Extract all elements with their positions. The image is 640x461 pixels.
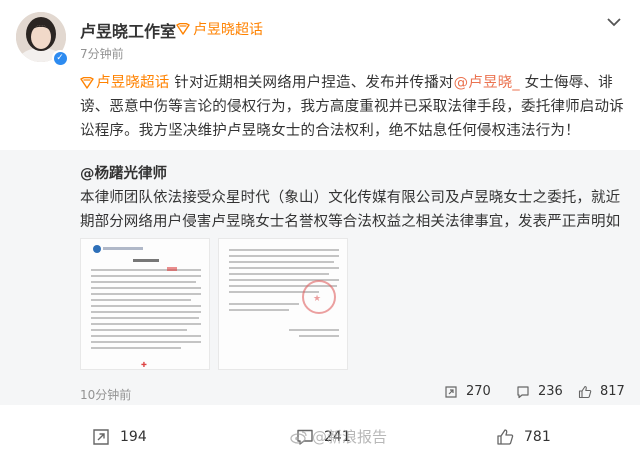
like-button[interactable]: 781 — [496, 428, 551, 446]
super-topic-icon — [80, 77, 94, 89]
super-topic-label: 卢昱晓超话 — [193, 22, 263, 38]
comment-icon — [517, 385, 529, 398]
topic-link[interactable]: 卢昱晓超话 — [80, 75, 170, 91]
topic-label: 卢昱晓超话 — [96, 75, 170, 91]
like-count: 781 — [524, 429, 551, 445]
document-image-2[interactable]: ★ — [218, 238, 348, 370]
like-icon — [497, 429, 514, 445]
verified-badge-icon: ✓ — [52, 50, 68, 66]
weibo-post-card: ✓ 卢昱晓工作室 卢昱晓超话 7分钟前 卢昱晓超话 针对近期相关网络用户捏造、发… — [0, 0, 640, 461]
repost-time[interactable]: 10分钟前 — [80, 386, 131, 403]
post-time[interactable]: 7分钟前 — [80, 45, 124, 62]
post-text-part1: 针对近期相关网络用户捏造、发布并传播对 — [169, 75, 454, 91]
repost-author[interactable]: @杨躇光律师 — [80, 162, 167, 183]
watermark-text: @新浪报告 — [312, 428, 388, 446]
repost-block[interactable]: @杨躇光律师 本律师团队依法接受众星时代（象山）文化传媒有限公司及卢昱晓女士之委… — [0, 150, 640, 405]
repost-comment-button[interactable]: 236 — [516, 384, 563, 399]
more-chevron-icon[interactable] — [604, 14, 624, 30]
repost-repost-button[interactable]: 270 — [444, 384, 491, 399]
watermark: @新浪报告 — [290, 426, 387, 447]
repost-icon — [445, 385, 457, 398]
weibo-logo-icon — [290, 430, 307, 444]
repost-repost-count: 270 — [466, 384, 491, 399]
document-image-1[interactable]: ✚ — [80, 238, 210, 370]
repost-count: 194 — [120, 429, 147, 445]
mention-link[interactable]: @卢昱晓_ — [454, 75, 520, 91]
author-name[interactable]: 卢昱晓工作室 — [80, 18, 176, 42]
like-icon — [578, 385, 592, 398]
svg-text:✚: ✚ — [141, 361, 147, 369]
repost-comment-count: 236 — [538, 384, 563, 399]
repost-icon — [93, 429, 109, 445]
svg-text:★: ★ — [313, 294, 321, 304]
post-text: 卢昱晓超话 针对近期相关网络用户捏造、发布并传播对@卢昱晓_ 女士侮辱、诽谤、恶… — [80, 71, 626, 143]
super-topic-icon — [176, 23, 190, 35]
repost-like-count: 817 — [600, 384, 625, 399]
repost-button[interactable]: 194 — [92, 428, 147, 446]
repost-like-button[interactable]: 817 — [578, 384, 625, 399]
super-topic-link[interactable]: 卢昱晓超话 — [176, 19, 263, 39]
